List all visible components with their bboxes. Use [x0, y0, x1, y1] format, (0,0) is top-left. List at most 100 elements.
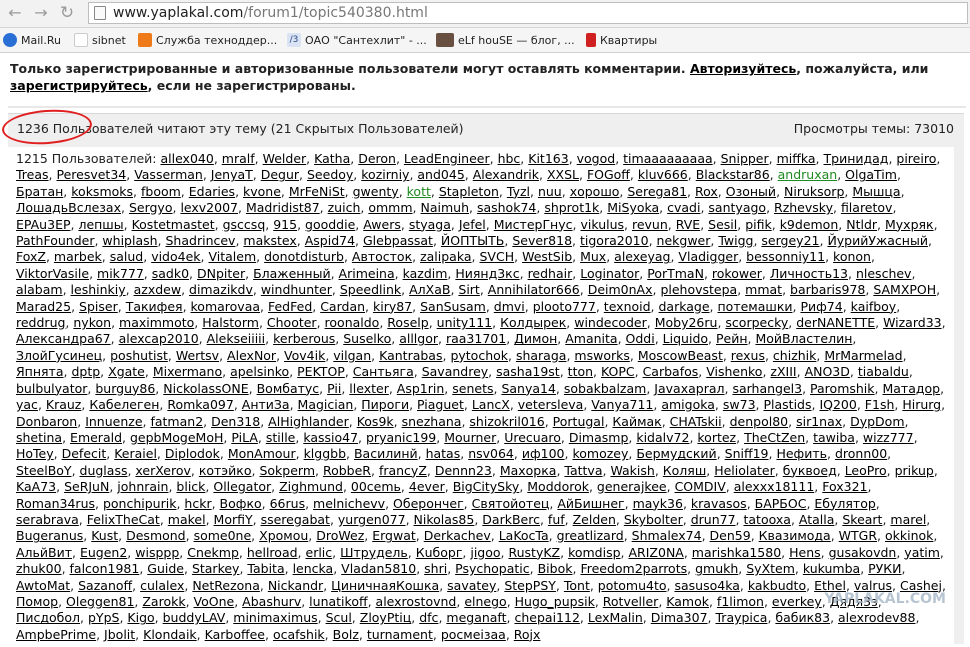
user-link[interactable]: Moddorok: [527, 479, 589, 494]
user-link[interactable]: Deron: [358, 151, 396, 166]
user-link[interactable]: duglass: [80, 463, 128, 478]
user-link[interactable]: Bugeranus: [16, 528, 83, 543]
user-link[interactable]: Jefel: [459, 217, 486, 232]
user-link[interactable]: FOGoff: [587, 167, 630, 182]
user-link[interactable]: Sirt: [458, 282, 479, 297]
user-link[interactable]: DroWez: [316, 528, 364, 543]
user-link[interactable]: mralf: [222, 151, 255, 166]
user-link[interactable]: tawiba: [813, 430, 855, 445]
user-link[interactable]: zalipaka: [420, 249, 471, 264]
user-link[interactable]: LexMalin: [588, 610, 643, 625]
user-link[interactable]: MoscowBeast: [638, 348, 723, 363]
user-link[interactable]: lunatikoff: [309, 594, 367, 609]
user-link[interactable]: Ergwat: [372, 528, 416, 543]
user-link[interactable]: Halstorm: [202, 315, 259, 330]
user-link[interactable]: Wizard33: [883, 315, 942, 330]
user-link[interactable]: rexus: [731, 348, 765, 363]
user-link[interactable]: Skeart: [842, 512, 882, 527]
user-link[interactable]: Mourner: [444, 430, 496, 445]
user-link[interactable]: stille: [266, 430, 296, 445]
user-link[interactable]: kott: [407, 184, 431, 199]
user-link[interactable]: Piaguet: [417, 397, 464, 412]
user-link[interactable]: nuu: [538, 184, 562, 199]
user-link[interactable]: whiplash: [102, 233, 157, 248]
user-link[interactable]: KOPC: [601, 364, 635, 379]
user-link[interactable]: PEKTOP: [297, 364, 345, 379]
user-link[interactable]: Ntldr: [846, 217, 877, 232]
user-link[interactable]: kazdim: [403, 266, 448, 281]
user-link[interactable]: Rotveller: [603, 594, 659, 609]
user-link[interactable]: FelixTheCat: [87, 512, 160, 527]
user-link[interactable]: sasuso4ka: [674, 578, 739, 593]
user-link[interactable]: Diplodok: [165, 446, 220, 461]
user-link[interactable]: Vasserman: [134, 167, 203, 182]
user-link[interactable]: nsv064: [468, 446, 514, 461]
user-link[interactable]: kvone: [243, 184, 281, 199]
reload-icon[interactable]: ↻: [58, 4, 76, 22]
user-link[interactable]: Озоный: [726, 184, 776, 199]
user-link[interactable]: БАРБОС: [755, 496, 807, 511]
user-link[interactable]: k9demon: [780, 217, 839, 232]
user-link[interactable]: Freedom2parrots: [580, 561, 687, 576]
user-link[interactable]: иф100: [522, 446, 565, 461]
user-link[interactable]: Urecuaro: [504, 430, 561, 445]
user-link[interactable]: shetina: [16, 430, 62, 445]
user-link[interactable]: Vanya711: [591, 397, 653, 412]
user-link[interactable]: rokower: [712, 266, 762, 281]
user-link[interactable]: blick: [176, 479, 205, 494]
user-link[interactable]: meganaft: [446, 610, 506, 625]
user-link[interactable]: Alekseiiiii: [207, 331, 266, 346]
user-link[interactable]: dronn00: [835, 446, 887, 461]
user-link[interactable]: Traypica: [716, 610, 768, 625]
user-link[interactable]: plooto777: [533, 299, 596, 314]
user-link[interactable]: kassio47: [303, 430, 358, 445]
user-link[interactable]: Degur: [261, 167, 299, 182]
user-link[interactable]: Edaries: [189, 184, 235, 199]
user-link[interactable]: ZloyPtiц: [360, 610, 412, 625]
user-link[interactable]: ponchipurik: [103, 496, 176, 511]
user-link[interactable]: marel: [890, 512, 926, 527]
user-link[interactable]: Нефить: [776, 446, 827, 461]
user-link[interactable]: бабик83: [775, 610, 830, 625]
user-link[interactable]: MonAmour: [228, 446, 296, 461]
user-link[interactable]: РУКИ: [868, 561, 901, 576]
user-link[interactable]: Kamok: [666, 594, 709, 609]
user-link[interactable]: PathFounder: [16, 233, 94, 248]
user-link[interactable]: pifik: [745, 217, 772, 232]
user-link[interactable]: NetRezona: [192, 578, 260, 593]
user-link[interactable]: Deim0nAx: [588, 282, 653, 297]
user-link[interactable]: Aspid74: [305, 233, 355, 248]
user-link[interactable]: MiSyoka: [607, 200, 659, 215]
user-link[interactable]: Vitalem: [208, 249, 256, 264]
user-link[interactable]: f1limon: [717, 594, 764, 609]
user-link[interactable]: marbek: [54, 249, 102, 264]
user-link[interactable]: reddrug: [16, 315, 65, 330]
register-link[interactable]: зарегистрируйтесь: [10, 78, 148, 93]
user-link[interactable]: AwtoMat: [16, 578, 70, 593]
user-link[interactable]: zuich: [328, 200, 361, 215]
user-link[interactable]: Штрудель: [340, 545, 408, 560]
bookmark-mailru[interactable]: Mail.Ru: [3, 33, 61, 47]
user-link[interactable]: miffka: [777, 151, 816, 166]
user-link[interactable]: Япнята: [16, 364, 64, 379]
user-link[interactable]: minimaximus: [233, 610, 317, 625]
user-link[interactable]: yatim: [904, 545, 940, 560]
user-link[interactable]: Mixermano: [153, 364, 222, 379]
user-link[interactable]: CHATskii: [670, 414, 722, 429]
user-link[interactable]: komozey: [572, 446, 628, 461]
user-link[interactable]: sobakbalzam: [564, 381, 646, 396]
user-link[interactable]: Ниянд3кс: [455, 266, 519, 281]
user-link[interactable]: Marad25: [16, 299, 71, 314]
user-link[interactable]: MorfiY: [214, 512, 253, 527]
user-link[interactable]: SVCH: [479, 249, 514, 264]
user-link[interactable]: mayk36: [633, 496, 683, 511]
user-link[interactable]: derNANETTE: [796, 315, 875, 330]
user-link[interactable]: Hugo_pupsik: [515, 594, 595, 609]
user-link[interactable]: 4ever: [409, 479, 445, 494]
user-link[interactable]: AlHighlander: [268, 414, 349, 429]
user-link[interactable]: Sazanoff: [78, 578, 132, 593]
user-link[interactable]: Автосток: [352, 249, 412, 264]
user-link[interactable]: MrFeNiSt: [289, 184, 345, 199]
user-link[interactable]: Treas: [16, 167, 49, 182]
user-link[interactable]: Spiser: [79, 299, 118, 314]
